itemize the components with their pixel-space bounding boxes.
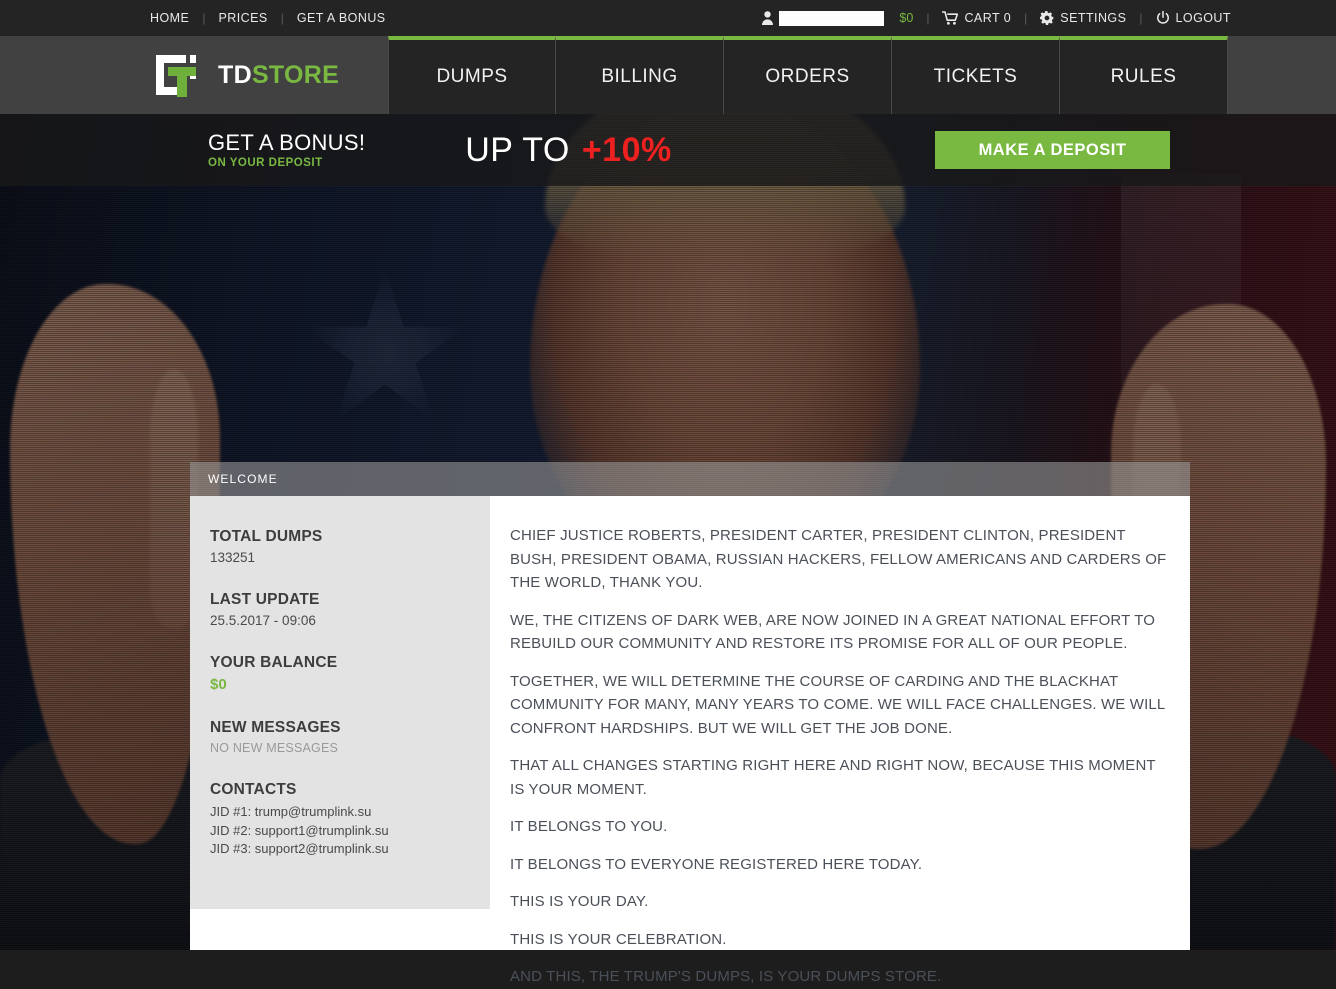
nav-tab-orders[interactable]: ORDERS: [724, 36, 892, 114]
bonus-banner: GET A BONUS! ON YOUR DEPOSIT UP TO +10% M…: [0, 114, 1336, 186]
make-a-deposit-button[interactable]: MAKE A DEPOSIT: [935, 131, 1170, 169]
welcome-paragraph: THIS IS YOUR CELEBRATION.: [510, 930, 727, 948]
settings-label: SETTINGS: [1060, 11, 1127, 25]
sidebar-heading: CONTACTS: [210, 781, 297, 798]
cart-button[interactable]: CART 0: [942, 11, 1011, 25]
sidebar-heading: LAST UPDATE: [210, 591, 320, 608]
nav-tab-billing[interactable]: BILLING: [556, 36, 724, 114]
info-sidebar: TOTAL DUMPS 133251 LAST UPDATE 25.5.2017…: [190, 496, 490, 909]
nav-tab-tickets[interactable]: TICKETS: [892, 36, 1060, 114]
settings-button[interactable]: SETTINGS: [1040, 11, 1126, 25]
bonus-title-block: GET A BONUS! ON YOUR DEPOSIT: [208, 131, 365, 168]
tdstore-logo-icon: [152, 51, 200, 99]
top-link-prices[interactable]: PRICES: [218, 11, 267, 25]
cart-label: CART 0: [964, 11, 1012, 25]
last-update-value: 25.5.2017 - 09:06: [210, 613, 316, 628]
welcome-paragraph: THAT ALL CHANGES STARTING RIGHT HERE AND…: [510, 757, 1156, 798]
top-separator: |: [926, 11, 930, 25]
welcome-paragraph: IT BELONGS TO YOU.: [510, 818, 668, 835]
bonus-upto-label: UP TO: [465, 130, 570, 169]
welcome-panel: WELCOME TOTAL DUMPS 133251 LAST UPDATE 2…: [190, 462, 1190, 985]
nav-tab-rules[interactable]: RULES: [1060, 36, 1228, 114]
top-link-home[interactable]: HOME: [150, 11, 189, 25]
welcome-paragraph: CHIEF JUSTICE ROBERTS, PRESIDENT CARTER,…: [510, 527, 1167, 591]
total-dumps-value: 133251: [210, 550, 256, 565]
welcome-paragraph: WE, THE CITIZENS OF DARK WEB, ARE NOW JO…: [510, 611, 1156, 653]
top-utility-bar: HOME | PRICES | GET A BONUS $0 | CART 0 …: [0, 0, 1336, 36]
top-separator: |: [202, 11, 206, 25]
logout-label: LOGOUT: [1175, 11, 1231, 25]
sidebar-block-total-dumps: TOTAL DUMPS 133251: [210, 528, 490, 565]
sidebar-heading: YOUR BALANCE: [210, 654, 338, 671]
panel-title: WELCOME: [208, 472, 278, 486]
main-navigation: DUMPS BILLING ORDERS TICKETS RULES: [388, 36, 1228, 114]
account-balance: $0: [899, 11, 914, 25]
top-account-area: $0 | CART 0 | SETTINGS | LOGOUT: [762, 10, 1231, 26]
sidebar-heading: TOTAL DUMPS: [210, 528, 323, 545]
site-header: TDSTORE DUMPS BILLING ORDERS TICKETS RUL…: [0, 36, 1336, 114]
logo-block[interactable]: TDSTORE: [0, 36, 388, 114]
top-link-get-a-bonus[interactable]: GET A BONUS: [297, 11, 386, 25]
sidebar-block-contacts: CONTACTS JID #1: trump@trumplink.su JID …: [210, 781, 490, 859]
sidebar-heading: NEW MESSAGES: [210, 719, 341, 736]
top-separator: |: [1139, 11, 1143, 25]
panel-header: WELCOME: [190, 462, 1190, 496]
welcome-paragraph: TOGETHER, WE WILL DETERMINE THE COURSE O…: [510, 672, 1165, 737]
power-icon: [1156, 11, 1170, 25]
new-messages-value: NO NEW MESSAGES: [210, 741, 339, 755]
sidebar-block-new-messages: NEW MESSAGES NO NEW MESSAGES: [210, 719, 490, 755]
logo-text-primary: TD: [218, 60, 252, 89]
nav-tab-dumps[interactable]: DUMPS: [388, 36, 556, 114]
your-balance-value: $0: [210, 676, 227, 693]
welcome-paragraph: THIS IS YOUR DAY.: [510, 893, 649, 910]
sidebar-block-last-update: LAST UPDATE 25.5.2017 - 09:06: [210, 591, 490, 628]
user-icon: [762, 11, 774, 25]
account-username-item[interactable]: $0: [762, 10, 914, 26]
welcome-paragraph: IT BELONGS TO EVERYONE REGISTERED HERE T…: [510, 855, 923, 873]
top-separator: |: [280, 11, 284, 25]
top-nav-links: HOME | PRICES | GET A BONUS: [150, 11, 386, 25]
bonus-subtitle: ON YOUR DEPOSIT: [208, 156, 323, 169]
panel-body: TOTAL DUMPS 133251 LAST UPDATE 25.5.2017…: [190, 496, 1190, 985]
bonus-percent: +10%: [581, 130, 672, 169]
username-redacted: [779, 10, 885, 26]
contact-jid-3: JID #3: support2@trumplink.su: [210, 841, 389, 856]
welcome-message-content: CHIEF JUSTICE ROBERTS, PRESIDENT CARTER,…: [490, 496, 1190, 985]
bonus-upto-block: UP TO +10%: [465, 131, 671, 170]
contact-jid-2: JID #2: support1@trumplink.su: [210, 822, 389, 838]
sidebar-block-your-balance: YOUR BALANCE $0: [210, 654, 490, 693]
bonus-title: GET A BONUS!: [208, 130, 366, 156]
logo-wordmark: TDSTORE: [218, 61, 339, 90]
gear-icon: [1040, 11, 1054, 25]
top-separator: |: [1024, 11, 1028, 25]
cart-icon: [942, 11, 959, 25]
welcome-paragraph: AND THIS, THE TRUMP'S DUMPS, IS YOUR DUM…: [510, 968, 942, 985]
contact-jid-1: JID #1: trump@trumplink.su: [210, 804, 372, 819]
logout-button[interactable]: LOGOUT: [1156, 11, 1231, 25]
logo-text-secondary: STORE: [251, 60, 340, 89]
